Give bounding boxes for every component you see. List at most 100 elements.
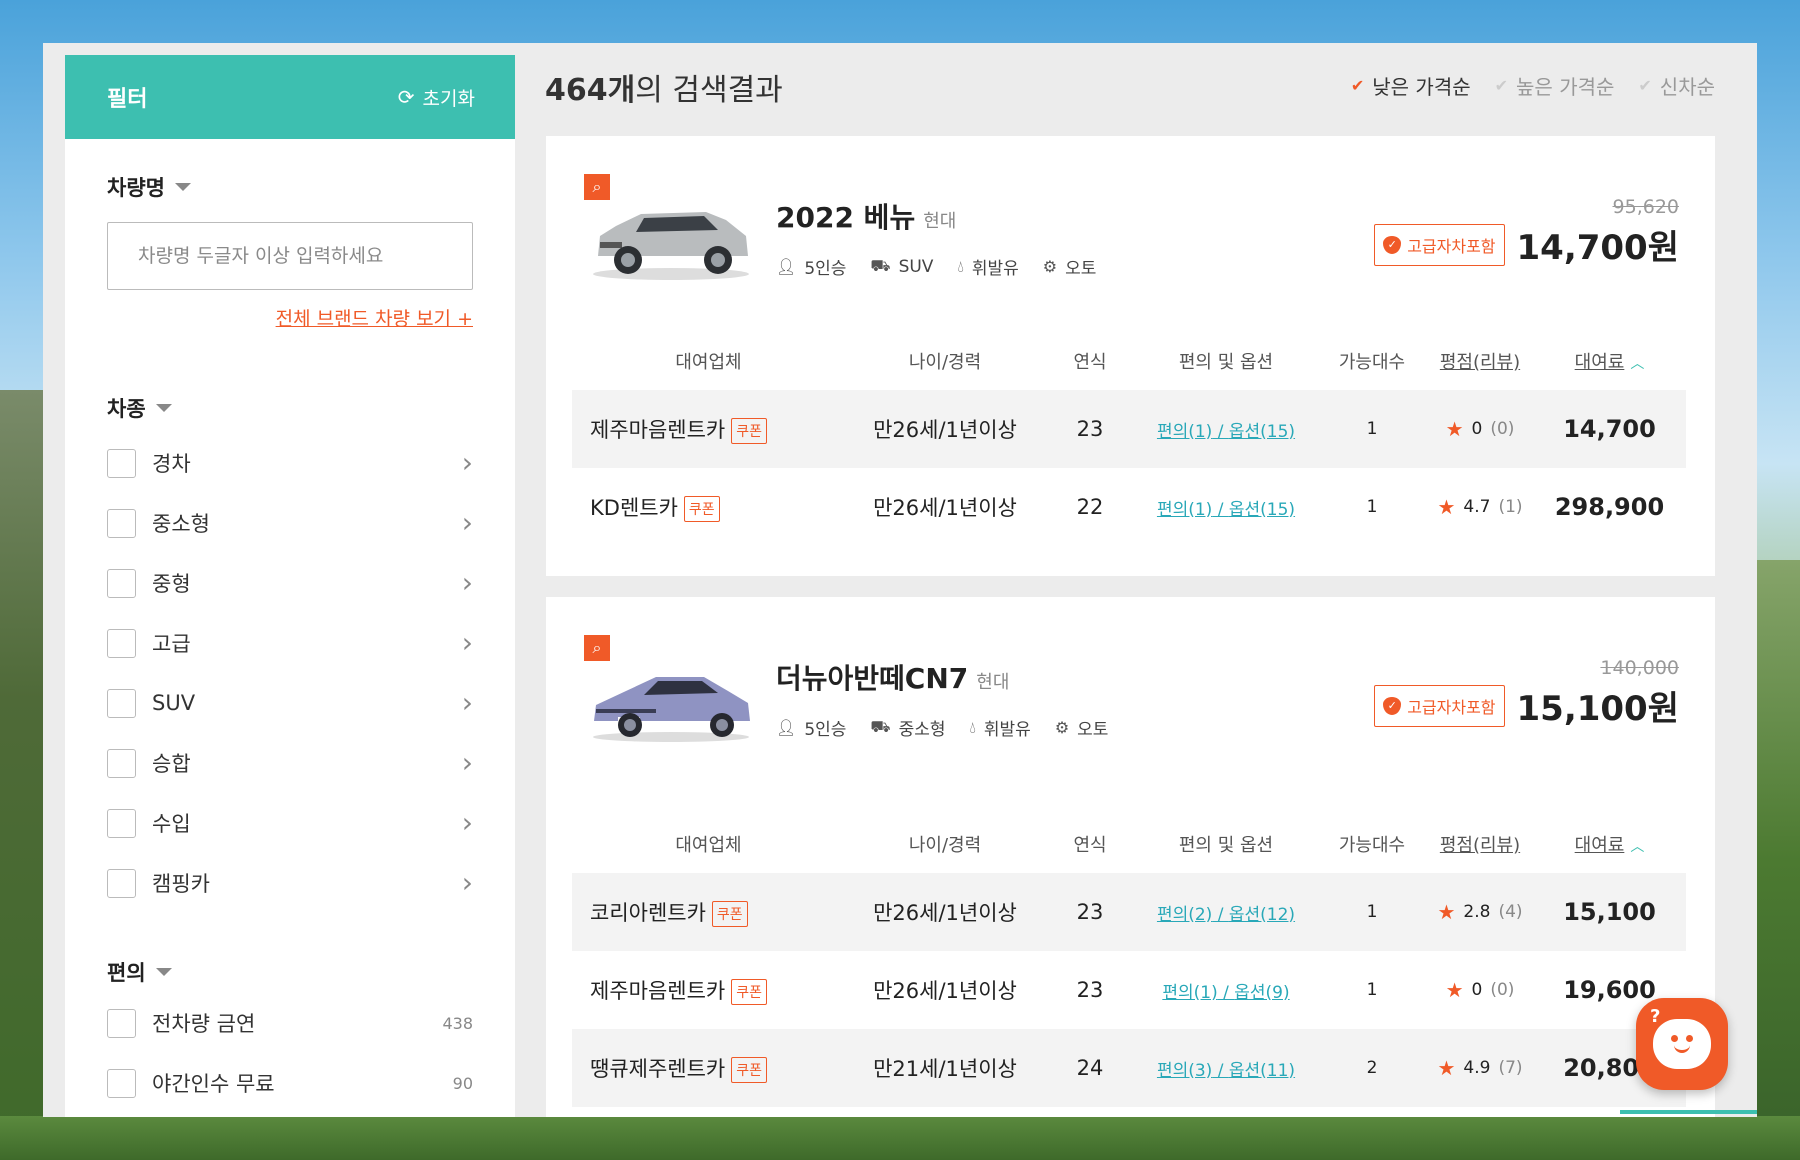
table-row[interactable]: 땡큐제주렌트카 쿠폰 만21세/1년이상 24 편의(3) / 옵션(11) 2 … xyxy=(572,1029,1686,1107)
car-type-label: 승합 xyxy=(152,752,191,776)
review-count: (4) xyxy=(1498,902,1523,922)
chevron-right-icon[interactable]: › xyxy=(462,809,473,837)
th-price[interactable]: 대여료 ︿ xyxy=(1533,348,1686,374)
car-type-item[interactable]: 수입 › xyxy=(107,793,473,853)
checkbox[interactable] xyxy=(107,508,136,538)
coupon-badge: 쿠폰 xyxy=(731,1057,768,1083)
units-cell: 1 xyxy=(1366,980,1378,1000)
chevron-right-icon[interactable]: › xyxy=(462,509,473,537)
convenience-count-link: 편의(1) xyxy=(1156,421,1213,442)
chevron-right-icon[interactable]: › xyxy=(462,629,473,657)
price: 15,100원 xyxy=(1516,689,1679,729)
options-link[interactable]: 편의(1) / 옵션(15) xyxy=(1135,417,1317,442)
table-row[interactable]: KD렌트카 쿠폰 만26세/1년이상 22 편의(1) / 옵션(15) 1 ★ 4… xyxy=(572,468,1686,546)
car-type-item[interactable]: 경차 › xyxy=(107,433,473,493)
convenience-toggle[interactable]: 편의 xyxy=(107,957,473,987)
chat-support-button[interactable]: ? xyxy=(1636,998,1728,1090)
checkbox[interactable] xyxy=(107,1008,136,1038)
car-model: 더뉴아반떼CN7 xyxy=(776,662,969,695)
premium-insurance-badge: ✓ 고급자차포함 xyxy=(1374,684,1505,727)
chevron-right-icon[interactable]: › xyxy=(462,689,473,717)
spec-transmission-value: 오토 xyxy=(1065,259,1097,279)
spec-transmission-value: 오토 xyxy=(1077,720,1109,740)
checkbox[interactable] xyxy=(107,808,136,838)
car-type-label: 중소형 xyxy=(152,512,210,536)
th-price[interactable]: 대여료 ︿ xyxy=(1533,831,1686,857)
car-name[interactable]: 2022 베뉴 현대 xyxy=(776,196,956,236)
th-age: 나이/경력 xyxy=(908,352,982,373)
coupon-badge: 쿠폰 xyxy=(731,418,768,444)
checkbox[interactable] xyxy=(107,688,136,718)
car-card: ⌕ 2022 베뉴 현대 👤︎ 5인승 ⛟ SUV 💧︎ 휘발유 ⚙ 오토 95,620 … xyxy=(546,136,1715,576)
rating-value: 2.8 xyxy=(1463,902,1491,922)
car-image-sedan[interactable] xyxy=(586,647,756,743)
chevron-right-icon[interactable]: › xyxy=(462,749,473,777)
age-cell: 만21세/1년이상 xyxy=(873,1057,1017,1081)
chevron-right-icon[interactable]: › xyxy=(462,569,473,597)
convenience-item[interactable]: 전차량 금연 438 xyxy=(107,993,473,1053)
all-brands-link[interactable]: 전체 브랜드 차량 보기 + xyxy=(107,304,473,331)
spec-seats: 👤︎ 5인승 xyxy=(776,715,846,740)
options-link[interactable]: 편의(1) / 옵션(9) xyxy=(1135,978,1317,1003)
chevron-right-icon[interactable]: › xyxy=(462,869,473,897)
convenience-item[interactable]: 야간인수 무료 90 xyxy=(107,1053,473,1113)
th-rating[interactable]: 평점(리뷰) xyxy=(1427,348,1533,374)
year-cell: 23 xyxy=(1076,417,1104,441)
car-name-title: 차량명 xyxy=(107,176,165,200)
sort-high-price[interactable]: ✔ 높은 가격순 xyxy=(1495,71,1615,100)
background-ground xyxy=(0,1116,1800,1160)
th-rating[interactable]: 평점(리뷰) xyxy=(1427,831,1533,857)
car-name[interactable]: 더뉴아반떼CN7 현대 xyxy=(776,657,1009,697)
spec-type: ⛟ SUV xyxy=(870,254,933,279)
checkbox[interactable] xyxy=(107,448,136,478)
convenience-count-link: 편의(3) xyxy=(1156,1060,1213,1081)
options-link[interactable]: 편의(1) / 옵션(15) xyxy=(1135,495,1317,520)
car-type-list: 경차 › 중소형 › 중형 › 고급 › SUV › 승합 › 수입 › 캠핑카 › xyxy=(107,433,473,913)
options-link[interactable]: 편의(2) / 옵션(12) xyxy=(1135,900,1317,925)
options-link[interactable]: 편의(3) / 옵션(11) xyxy=(1135,1056,1317,1081)
price: 14,700원 xyxy=(1516,228,1679,268)
filter-title: 필터 xyxy=(107,87,148,112)
year-cell: 23 xyxy=(1076,900,1104,924)
table-row[interactable]: 제주마음렌트카 쿠폰 만26세/1년이상 23 편의(1) / 옵션(15) 1 … xyxy=(572,390,1686,468)
caret-down-icon xyxy=(155,968,172,976)
table-header: 대여업체 나이/경력 연식 편의 및 옵션 가능대수 평점(리뷰) 대여료 ︿ xyxy=(572,815,1686,873)
th-age: 나이/경력 xyxy=(908,835,982,856)
checkbox[interactable] xyxy=(107,1068,136,1098)
sort-newest[interactable]: ✔ 신차순 xyxy=(1638,71,1715,100)
spec-fuel-value: 휘발유 xyxy=(971,259,1019,279)
premium-badge-label: 고급자차포함 xyxy=(1407,236,1496,256)
chevron-up-icon: ︿ xyxy=(1630,839,1645,855)
caret-down-icon xyxy=(174,183,191,191)
car-type-item[interactable]: 캠핑카 › xyxy=(107,853,473,913)
chevron-right-icon[interactable]: › xyxy=(462,449,473,477)
car-type-label: 고급 xyxy=(152,632,191,656)
car-type-item[interactable]: SUV › xyxy=(107,673,473,733)
checkbox[interactable] xyxy=(107,868,136,898)
car-name-input[interactable] xyxy=(107,222,473,290)
car-type-item[interactable]: 중형 › xyxy=(107,553,473,613)
car-name-toggle[interactable]: 차량명 xyxy=(107,172,473,202)
checkbox[interactable] xyxy=(107,628,136,658)
scroll-indicator[interactable] xyxy=(1620,1110,1757,1114)
table-row[interactable]: 제주마음렌트카 쿠폰 만26세/1년이상 23 편의(1) / 옵션(9) 1 ★… xyxy=(572,951,1686,1029)
company-cell: 제주마음렌트카 쿠폰 xyxy=(572,975,845,1005)
car-type-item[interactable]: 고급 › xyxy=(107,613,473,673)
checkbox[interactable] xyxy=(107,568,136,598)
car-type-toggle[interactable]: 차종 xyxy=(107,393,473,423)
car-type-item[interactable]: 승합 › xyxy=(107,733,473,793)
rating-cell: ★ 2.8 (4) xyxy=(1427,900,1533,924)
car-image-suv[interactable] xyxy=(586,186,756,282)
sort-low-price[interactable]: ✔ 낮은 가격순 xyxy=(1351,71,1471,100)
rating-cell: ★ 4.7 (1) xyxy=(1427,495,1533,519)
spec-seats: 👤︎ 5인승 xyxy=(776,254,846,279)
reset-button[interactable]: ⟳ 초기화 xyxy=(398,84,475,111)
option-count-link: 옵션(15) xyxy=(1228,421,1296,442)
car-type-item[interactable]: 중소형 › xyxy=(107,493,473,553)
rating-value: 0 xyxy=(1471,419,1483,439)
table-row[interactable]: 코리아렌트카 쿠폰 만26세/1년이상 23 편의(2) / 옵션(12) 1 ★… xyxy=(572,873,1686,951)
car-brand: 현대 xyxy=(976,672,1010,693)
sort-label: 낮은 가격순 xyxy=(1372,75,1471,99)
checkbox[interactable] xyxy=(107,748,136,778)
rent-price-cell: 14,700 xyxy=(1563,415,1656,443)
